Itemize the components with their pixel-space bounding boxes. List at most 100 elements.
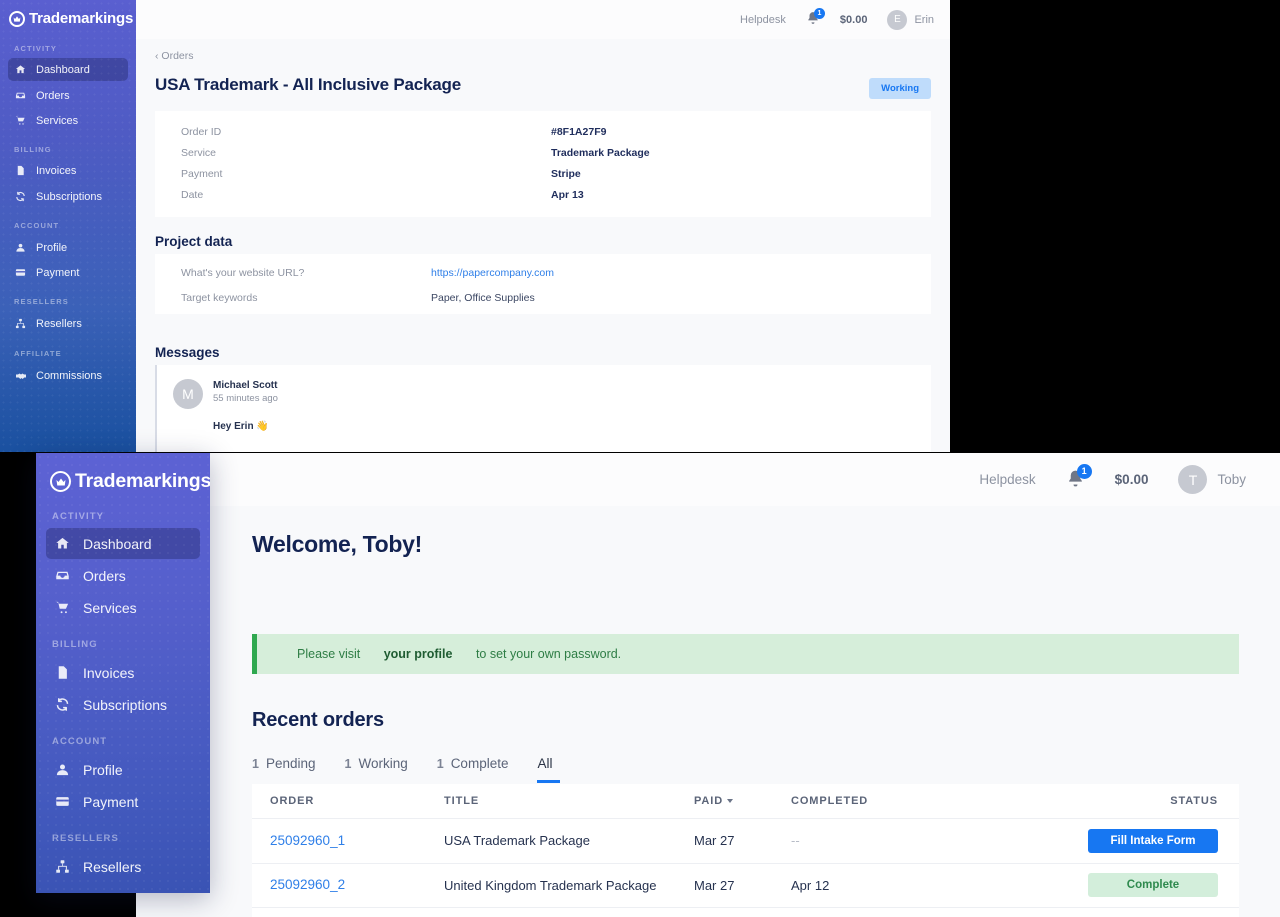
sidebar-item-label: Payment [83,793,139,810]
column-header-status[interactable]: STATUS [1003,795,1239,807]
home-icon [54,536,71,551]
tab-complete[interactable]: 1 Complete [437,756,522,783]
sidebar-item-services[interactable]: Services [8,109,128,132]
nav-group-billing: BILLING [52,639,98,650]
order-filter-tabs: 1 Pending 1 Working 1 Complete All [252,749,1239,783]
sidebar-item-label: Dashboard [83,535,152,552]
field-label: Order ID [181,126,222,138]
back-sidebar: Trademarkings ACTIVITY Dashboard Orders … [0,0,136,452]
sitemap-icon [54,859,71,874]
notifications-button[interactable]: 1 [806,8,825,28]
sidebar-item-subscriptions[interactable]: Subscriptions [8,185,128,208]
user-menu[interactable]: T Toby [1178,465,1246,494]
sidebar-item-resellers[interactable]: Resellers [8,312,128,335]
message-thread: M Michael Scott 55 minutes ago Hey Erin … [155,365,931,452]
column-header-paid[interactable]: PAID [694,795,791,807]
nav-group-resellers: RESELLERS [52,833,119,844]
tab-pending[interactable]: 1 Pending [252,756,329,783]
tab-all[interactable]: All [537,756,561,783]
helpdesk-link[interactable]: Helpdesk [979,472,1035,487]
sidebar-item-commissions[interactable]: Commissions [8,364,128,387]
sidebar-item-resellers[interactable]: Resellers [46,851,200,882]
alert-prefix: Please visit [297,647,364,661]
sidebar-item-label: Orders [36,89,70,102]
table-row[interactable]: 25092960_1 USA Trademark Package Mar 27 … [252,819,1239,864]
sidebar-item-invoices[interactable]: Invoices [8,159,128,182]
website-url-link[interactable]: https://papercompany.com [431,267,554,279]
sidebar-item-label: Payment [36,266,80,279]
sidebar-item-label: Invoices [36,164,77,177]
field-label: Service [181,147,217,159]
avatar: T [1178,465,1208,494]
tab-count: 1 [344,756,352,771]
project-field-row: Target keywords Paper, Office Supplies [181,292,911,304]
tab-label: Working [358,756,408,771]
sidebar-item-services[interactable]: Services [46,592,200,623]
tab-working[interactable]: 1 Working [345,756,421,783]
notifications-button[interactable]: 1 [1066,463,1092,491]
field-label: Target keywords [181,292,258,304]
order-link[interactable]: 25092960_2 [270,877,345,892]
dashboard-window: Helpdesk 1 $0.00 T Toby Welcome, Toby! P… [136,453,1280,917]
order-title: United Kingdom Trademark Package [444,877,657,893]
order-summary-card: Order ID #8F1A27F9 Service Trademark Pac… [155,111,931,217]
tab-count: 1 [252,756,259,771]
table-row[interactable]: ED4A4A9B Trademark Opposition Apr 12 -- … [252,908,1239,917]
message-body: Hey Erin 👋 [213,421,269,432]
order-completed-date: -- [791,833,800,849]
cart-icon [54,600,71,615]
user-menu[interactable]: E Erin [887,9,934,30]
order-paid-date: Mar 27 [694,833,735,849]
sidebar-item-label: Services [83,599,137,616]
tab-label: Complete [450,756,509,771]
document-icon [54,665,71,680]
order-link[interactable]: 25092960_1 [270,833,345,848]
recent-orders-heading: Recent orders [252,709,384,731]
brand-logo[interactable]: Trademarkings [50,470,210,493]
message-author: Michael Scott [213,380,278,391]
sidebar-item-label: Subscriptions [83,696,168,713]
field-value: Paper, Office Supplies [431,292,535,304]
messages-heading: Messages [155,345,220,360]
helpdesk-link[interactable]: Helpdesk [740,14,786,26]
sidebar-item-label: Profile [36,241,68,254]
field-value: Trademark Package [551,147,650,159]
sidebar-item-dashboard[interactable]: Dashboard [46,528,200,559]
sidebar-item-orders[interactable]: Orders [8,84,128,107]
fill-intake-form-button[interactable]: Fill Intake Form [1088,828,1218,853]
refresh-icon [54,697,71,712]
notification-count-badge: 1 [1076,463,1092,479]
sidebar-item-label: Commissions [36,369,103,382]
nav-group-resellers: RESELLERS [14,297,69,306]
sidebar-item-subscriptions[interactable]: Subscriptions [46,689,200,720]
profile-link[interactable]: your profile [384,647,453,661]
home-icon [14,64,27,75]
column-header-title[interactable]: TITLE [444,795,694,807]
nav-group-activity: ACTIVITY [14,44,57,53]
sidebar-item-payment[interactable]: Payment [46,786,200,817]
notification-count-badge: 1 [813,8,825,19]
column-header-order[interactable]: ORDER [252,795,444,807]
refresh-icon [14,191,27,202]
status-badge: Working [869,78,931,99]
project-data-heading: Project data [155,234,233,249]
field-value: #8F1A27F9 [551,126,607,138]
account-balance: $0.00 [839,13,868,26]
sidebar-item-invoices[interactable]: Invoices [46,657,200,688]
sidebar-item-label: Subscriptions [36,190,103,203]
table-header-row: ORDER TITLE PAID COMPLETED STATUS [252,784,1239,819]
sidebar-item-profile[interactable]: Profile [8,236,128,259]
inbox-icon [14,90,27,101]
table-row[interactable]: 25092960_2 United Kingdom Trademark Pack… [252,864,1239,908]
brand-logo[interactable]: Trademarkings [9,10,133,27]
sidebar-item-dashboard[interactable]: Dashboard [8,58,128,81]
field-label: Date [181,189,204,201]
sidebar-item-profile[interactable]: Profile [46,754,200,785]
front-content: Welcome, Toby! Please visit your profile… [210,506,1280,917]
sidebar-item-payment[interactable]: Payment [8,261,128,284]
crown-circle-icon [9,10,25,27]
front-sidebar: Trademarkings ACTIVITY Dashboard Orders … [36,453,210,893]
breadcrumb[interactable]: ‹ Orders [155,50,194,62]
sidebar-item-orders[interactable]: Orders [46,560,200,591]
column-header-completed[interactable]: COMPLETED [791,795,1003,807]
